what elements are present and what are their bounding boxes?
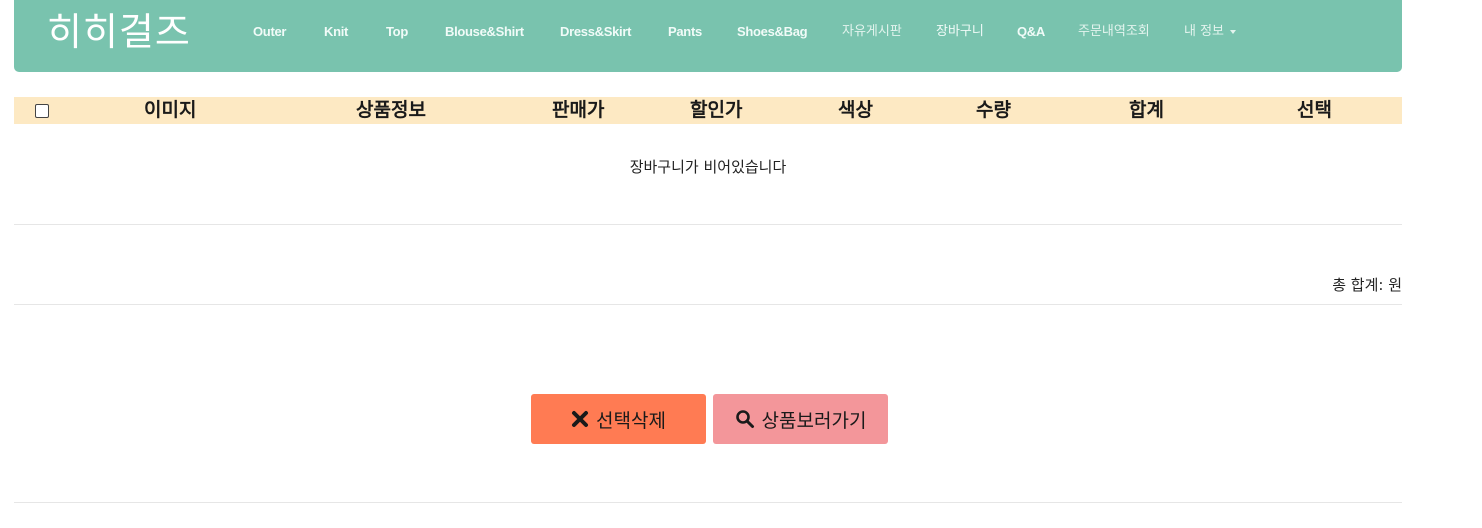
column-header-price: 판매가 bbox=[552, 99, 605, 121]
close-icon bbox=[572, 411, 589, 427]
search-icon bbox=[735, 410, 754, 428]
nav-item-knit[interactable]: Knit bbox=[324, 23, 348, 41]
divider bbox=[14, 224, 1402, 225]
nav-item-blouse-shirt[interactable]: Blouse&Shirt bbox=[445, 23, 524, 41]
brand-logo[interactable]: 히히걸즈 bbox=[47, 6, 191, 58]
column-header-quantity: 수량 bbox=[976, 99, 1011, 121]
column-header-color: 색상 bbox=[838, 99, 873, 121]
nav-item-outer[interactable]: Outer bbox=[253, 23, 286, 41]
column-header-image: 이미지 bbox=[144, 99, 197, 121]
column-header-select: 선택 bbox=[1297, 99, 1332, 121]
divider bbox=[14, 304, 1402, 305]
nav-item-qna[interactable]: Q&A bbox=[1017, 23, 1045, 41]
empty-cart-message: 장바구니가 비어있습니다 bbox=[629, 158, 787, 176]
browse-products-label: 상품보러가기 bbox=[761, 409, 867, 432]
nav-item-free-board[interactable]: 자유게시판 bbox=[842, 23, 902, 41]
nav-item-dress-skirt[interactable]: Dress&Skirt bbox=[560, 23, 631, 41]
select-all-checkbox[interactable] bbox=[35, 104, 49, 118]
nav-item-my-info[interactable]: 내 정보 bbox=[1184, 23, 1237, 41]
cart-total: 총 합계: 원 bbox=[1332, 276, 1402, 294]
cart-table-header: 이미지 상품정보 판매가 할인가 색상 수량 합계 선택 bbox=[14, 97, 1402, 124]
navbar: 히히걸즈 Outer Knit Top Blouse&Shirt Dress&S… bbox=[14, 0, 1402, 72]
nav-item-shoes-bag[interactable]: Shoes&Bag bbox=[737, 23, 808, 41]
nav-item-order-history[interactable]: 주문내역조회 bbox=[1078, 23, 1150, 41]
delete-selected-button[interactable]: 선택삭제 bbox=[531, 394, 706, 444]
column-header-subtotal: 합계 bbox=[1129, 99, 1164, 121]
column-header-product-info: 상품정보 bbox=[356, 99, 426, 121]
column-header-discount-price: 할인가 bbox=[690, 99, 743, 121]
nav-item-cart[interactable]: 장바구니 bbox=[936, 23, 984, 41]
divider bbox=[14, 502, 1402, 503]
caret-down-icon bbox=[1230, 29, 1237, 34]
delete-selected-label: 선택삭제 bbox=[596, 409, 666, 432]
browse-products-button[interactable]: 상품보러가기 bbox=[713, 394, 888, 444]
nav-item-top[interactable]: Top bbox=[386, 23, 408, 41]
my-info-label: 내 정보 bbox=[1184, 24, 1225, 39]
nav-item-pants[interactable]: Pants bbox=[668, 23, 702, 41]
